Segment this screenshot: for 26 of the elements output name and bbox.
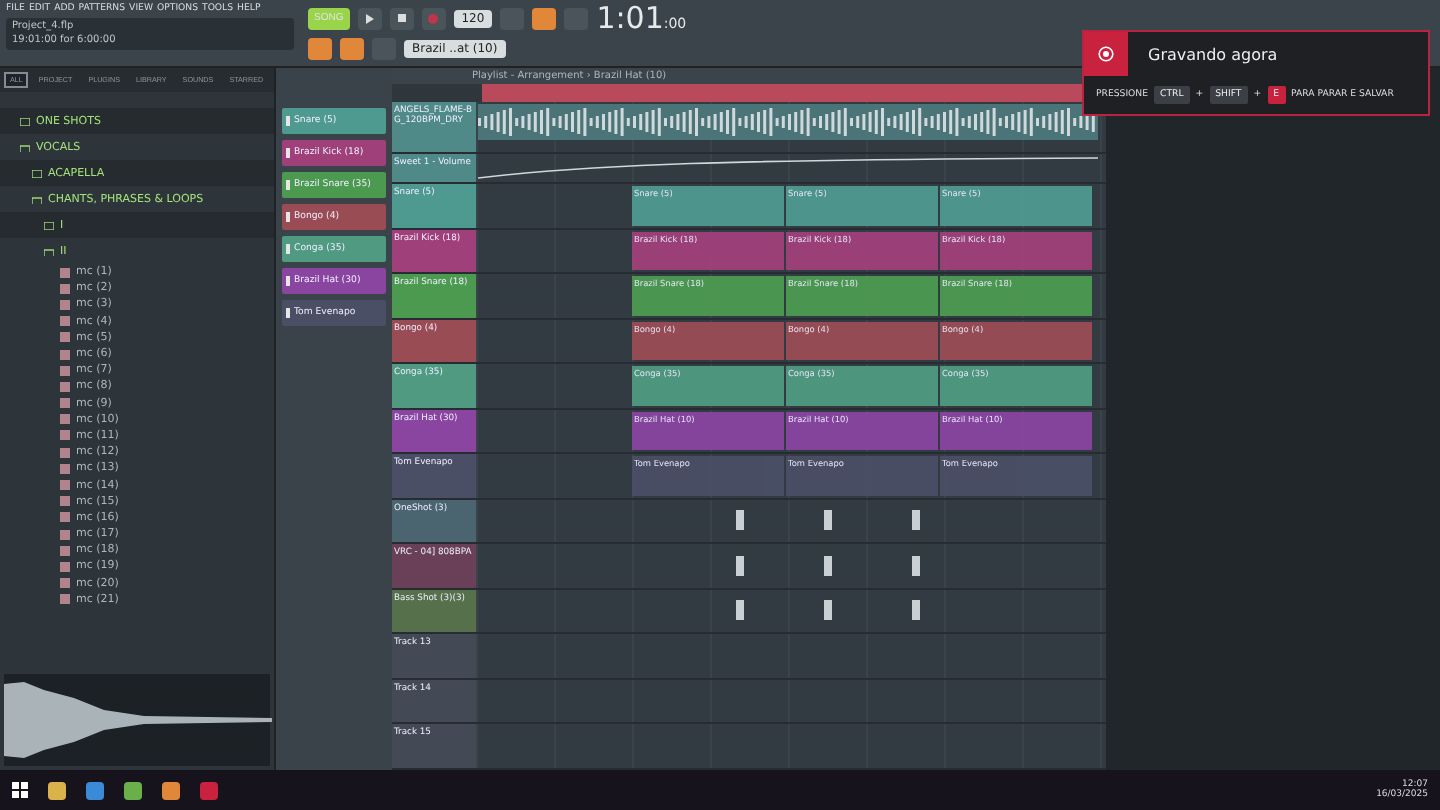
audio-hit-icon	[912, 510, 920, 531]
audio-hit-icon	[824, 555, 832, 576]
open-folder-icon	[32, 195, 42, 203]
open-folder-icon	[44, 247, 54, 255]
app-icon[interactable]	[162, 781, 180, 799]
open-folder-icon	[20, 143, 30, 151]
audio-hit-icon	[824, 600, 832, 621]
audio-hit-icon	[736, 600, 744, 621]
audio-hit-icon	[736, 555, 744, 576]
popup-title: Gravando agora	[1148, 45, 1278, 63]
toolbar-button[interactable]	[308, 37, 332, 59]
record-icon	[428, 13, 439, 23]
audio-hit-icon	[736, 510, 744, 531]
app-icon[interactable]	[200, 781, 218, 799]
audio-hit-icon	[912, 600, 920, 621]
windows-start-icon[interactable]	[12, 782, 28, 798]
toolbar-button[interactable]	[532, 7, 557, 29]
audio-hit-icon	[912, 555, 920, 576]
stop-icon	[397, 14, 406, 22]
record-icon	[1098, 46, 1114, 62]
play-button[interactable]	[357, 7, 382, 29]
play-icon	[365, 13, 374, 23]
toolbar-button[interactable]	[340, 37, 364, 59]
app-icon[interactable]	[124, 781, 142, 799]
stop-button[interactable]	[389, 7, 414, 29]
audio-hit-icon	[824, 510, 832, 531]
